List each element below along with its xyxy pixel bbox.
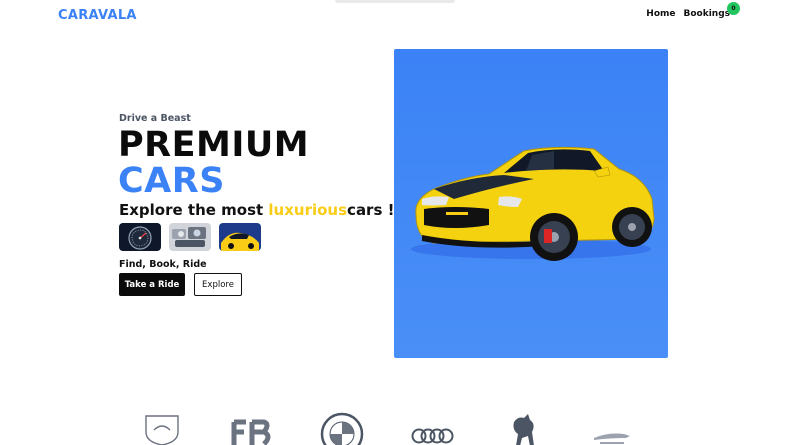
hero-subtitle-suffix: cars ! [347,201,395,219]
ferrari-logo[interactable] [500,412,544,445]
hero-actions: Take a Ride Explore [119,273,242,296]
speedometer-thumbnail [119,223,161,251]
bugatti-logo[interactable] [230,412,274,445]
main-nav: Home Bookings 0 [646,2,740,19]
hero-tagline: Drive a Beast [119,113,191,124]
find-book-ride-text: Find, Book, Ride [119,259,207,270]
brand-logo[interactable]: CARAVALA [58,8,137,23]
nav-bookings-link[interactable]: Bookings 0 [683,2,740,19]
hero-thumbnails [119,223,261,251]
bmw-logo[interactable] [320,412,364,445]
audi-logo[interactable] [410,412,454,445]
jaguar-logo[interactable] [590,412,634,445]
top-tab-hint [335,0,455,3]
take-a-ride-button[interactable]: Take a Ride [119,273,185,296]
yellow-sports-car-illustration [411,146,655,261]
engine-thumbnail [169,223,211,251]
hero-subtitle-highlight: luxurious [268,201,348,219]
nav-home-link[interactable]: Home [646,9,675,19]
hero-subtitle: Explore the most luxuriouscars ! [119,201,394,219]
nav-bookings-label: Bookings [683,9,730,19]
yellow-car-interior-thumbnail [219,223,261,251]
brand-logos-row [140,412,634,445]
hero-car-image [394,49,668,358]
lamborghini-logo[interactable] [140,412,184,445]
hero-title-line2: CARS [118,161,225,201]
bookings-count-badge: 0 [727,2,740,15]
hero-subtitle-prefix: Explore the most [119,201,269,219]
explore-button[interactable]: Explore [194,273,242,296]
